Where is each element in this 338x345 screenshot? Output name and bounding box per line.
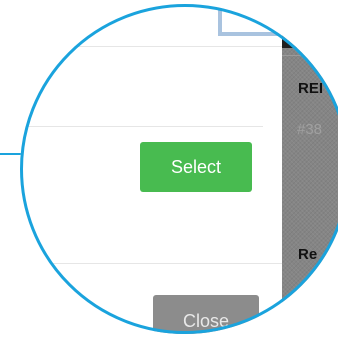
dialog-divider (20, 126, 263, 127)
zoom-lens: Select Close REI #38 Re (20, 4, 338, 334)
zoomed-dialog-area: Select Close REI #38 Re (20, 4, 338, 334)
panel-id-value: #38 (297, 121, 323, 138)
highlight-frame (218, 4, 308, 36)
panel-heading: REI (298, 80, 324, 97)
close-button[interactable]: Close (153, 295, 259, 334)
dialog-divider (20, 46, 283, 47)
select-button[interactable]: Select (140, 142, 252, 192)
panel-top-bar (282, 34, 338, 48)
panel-divider (282, 55, 338, 56)
screenshot-stage: Select Close REI #38 Re (0, 0, 338, 345)
zoom-leader-line (0, 153, 21, 155)
dialog-divider (20, 263, 283, 264)
panel-heading-secondary: Re (298, 246, 318, 263)
